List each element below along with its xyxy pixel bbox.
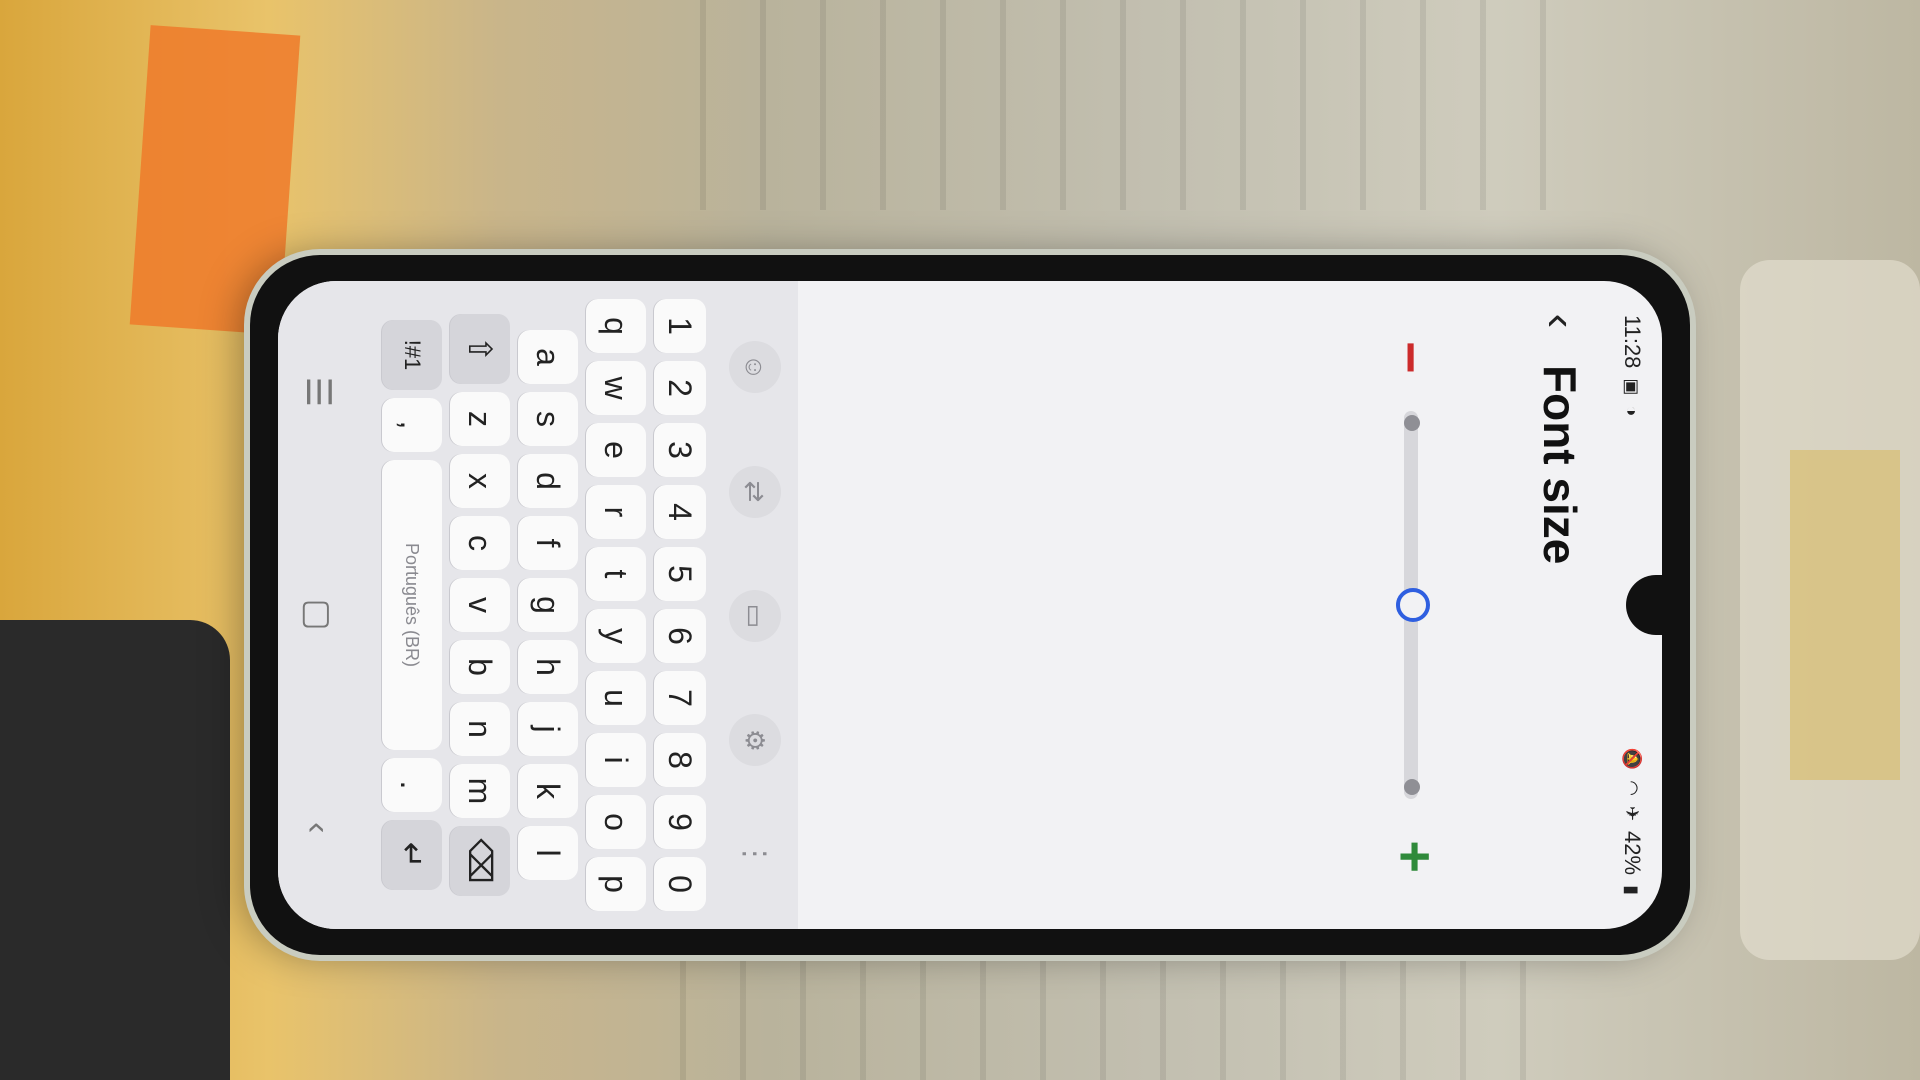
letter-row-3: ⇧ zxcvbnm ⌫: [450, 291, 510, 919]
letter-row-2: asdfghjkl: [518, 291, 578, 919]
key-4[interactable]: 4: [654, 485, 706, 539]
key-j[interactable]: j: [518, 702, 578, 756]
key-w[interactable]: w: [586, 361, 646, 415]
key-z[interactable]: z: [450, 392, 510, 446]
key-1[interactable]: 1: [654, 299, 706, 353]
keyboard-bottom-row: !#1 , Português (BR) . ↵: [382, 291, 442, 919]
letter-row-3-keys: zxcvbnm: [450, 392, 510, 818]
key-n[interactable]: n: [450, 702, 510, 756]
phone: 11:28 ▣ ◑ 🔕 ◠ ✈ 42% ▮ ‹ Font size − + ☺ …: [250, 255, 1690, 955]
key-k[interactable]: k: [518, 764, 578, 818]
settings-icon[interactable]: ⚙: [729, 714, 781, 767]
key-h[interactable]: h: [518, 640, 578, 694]
key-q[interactable]: q: [586, 299, 646, 353]
key-6[interactable]: 6: [654, 609, 706, 663]
key-g[interactable]: g: [518, 578, 578, 632]
key-t[interactable]: t: [586, 547, 646, 601]
clock: 11:28: [1620, 315, 1645, 369]
key-5[interactable]: 5: [654, 547, 706, 601]
shift-key[interactable]: ⇧: [450, 314, 510, 384]
back-icon[interactable]: ‹: [299, 822, 338, 833]
sync-icon: ◑: [1622, 405, 1643, 417]
key-o[interactable]: o: [586, 795, 646, 849]
page-title: Font size: [1534, 365, 1586, 565]
battery-icon: ▮: [1622, 885, 1643, 895]
chevron-left-icon[interactable]: ‹: [1535, 301, 1585, 341]
clipboard-icon[interactable]: ▭: [729, 589, 781, 642]
key-y[interactable]: y: [586, 609, 646, 663]
keyboard-toolbar: ☺ ⇄ ▭ ⚙ ⋮: [712, 281, 798, 929]
translate-icon[interactable]: ⇄: [729, 465, 781, 518]
decrease-font-button[interactable]: −: [1379, 341, 1444, 374]
increase-font-button[interactable]: +: [1383, 840, 1448, 873]
key-i[interactable]: i: [586, 733, 646, 787]
more-icon[interactable]: ⋮: [738, 839, 773, 869]
recents-icon[interactable]: ☰: [298, 377, 338, 407]
period-key[interactable]: .: [382, 758, 442, 812]
number-row: 1 2 3 4 5 6 7 8 9 0: [654, 291, 706, 919]
key-m[interactable]: m: [450, 764, 510, 818]
key-f[interactable]: f: [518, 516, 578, 570]
key-3[interactable]: 3: [654, 423, 706, 477]
backspace-key[interactable]: ⌫: [450, 826, 510, 896]
wifi-icon: ◠: [1622, 780, 1643, 796]
emoji-icon[interactable]: ☺: [729, 341, 781, 394]
key-0[interactable]: 0: [654, 857, 706, 911]
key-7[interactable]: 7: [654, 671, 706, 725]
key-p[interactable]: p: [586, 857, 646, 911]
key-u[interactable]: u: [586, 671, 646, 725]
key-s[interactable]: s: [518, 392, 578, 446]
slider-max-tick: [1404, 779, 1420, 795]
airplane-icon: ✈: [1622, 805, 1643, 822]
key-2[interactable]: 2: [654, 361, 706, 415]
background-label: [1790, 450, 1900, 780]
key-e[interactable]: e: [586, 423, 646, 477]
key-l[interactable]: l: [518, 826, 578, 880]
key-8[interactable]: 8: [654, 733, 706, 787]
key-d[interactable]: d: [518, 454, 578, 508]
key-a[interactable]: a: [518, 330, 578, 384]
space-key[interactable]: Português (BR): [382, 460, 442, 750]
message-icon: ▣: [1622, 378, 1643, 396]
status-bar: 11:28 ▣ ◑ 🔕 ◠ ✈ 42% ▮: [1612, 315, 1652, 895]
navigation-bar: ☰ ▢ ‹: [278, 281, 358, 929]
slider-thumb[interactable]: [1396, 588, 1430, 622]
background-dark-object: [0, 620, 230, 1080]
comma-key[interactable]: ,: [382, 398, 442, 452]
phone-screen: 11:28 ▣ ◑ 🔕 ◠ ✈ 42% ▮ ‹ Font size − + ☺ …: [278, 281, 1662, 929]
home-icon[interactable]: ▢: [298, 599, 338, 631]
key-b[interactable]: b: [450, 640, 510, 694]
key-r[interactable]: r: [586, 485, 646, 539]
key-c[interactable]: c: [450, 516, 510, 570]
battery-level: 42%: [1620, 831, 1645, 876]
font-size-slider[interactable]: − +: [1352, 281, 1472, 929]
letter-row-1: qwertyuiop: [586, 291, 646, 919]
background-rack: [700, 0, 1580, 210]
mute-icon: 🔕: [1622, 747, 1643, 771]
slider-min-tick: [1404, 415, 1420, 431]
app-header: ‹ Font size: [1520, 301, 1600, 565]
key-9[interactable]: 9: [654, 795, 706, 849]
key-x[interactable]: x: [450, 454, 510, 508]
symbols-key[interactable]: !#1: [382, 320, 442, 390]
onscreen-keyboard: ☺ ⇄ ▭ ⚙ ⋮ 1 2 3 4 5 6 7 8 9 0 qwertyuiop asdfghjk…: [278, 281, 798, 929]
enter-key[interactable]: ↵: [382, 820, 442, 890]
key-v[interactable]: v: [450, 578, 510, 632]
